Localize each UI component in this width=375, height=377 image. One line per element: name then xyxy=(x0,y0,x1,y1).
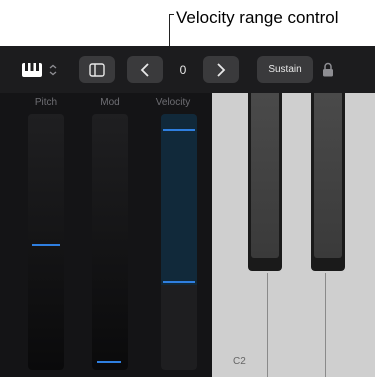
chevron-right-icon xyxy=(217,62,226,77)
key-label-c2: C2 xyxy=(233,356,246,367)
black-key-c-sharp[interactable] xyxy=(248,93,282,271)
octave-down-button[interactable] xyxy=(127,56,163,83)
mod-slider[interactable] xyxy=(92,114,128,370)
sustain-button[interactable]: Sustain xyxy=(257,56,313,83)
callout-leader-tick xyxy=(169,14,174,15)
sidebar-icon xyxy=(89,62,105,77)
velocity-range-control[interactable] xyxy=(161,114,197,370)
velocity-high-handle[interactable] xyxy=(163,129,195,131)
keyboard-type-button[interactable] xyxy=(14,56,68,83)
mod-indicator xyxy=(97,361,121,363)
white-key-divider xyxy=(267,273,268,377)
velocity-label: Velocity xyxy=(155,97,191,108)
piano-keyboard: C2 xyxy=(212,93,375,377)
white-key-divider xyxy=(325,273,326,377)
keyboard-icon xyxy=(22,62,57,77)
black-key-face xyxy=(314,93,342,258)
pitch-label: Pitch xyxy=(34,97,58,108)
pitch-indicator xyxy=(32,244,60,246)
keyboard-app: 0 Sustain Pitch Mod Velocity C2 xyxy=(0,46,375,377)
black-key-face xyxy=(251,93,279,258)
callout-label: Velocity range control xyxy=(176,8,339,27)
octave-up-button[interactable] xyxy=(203,56,239,83)
pitch-slider[interactable] xyxy=(28,114,64,370)
lock-icon xyxy=(323,62,333,77)
velocity-range-fill xyxy=(161,114,197,285)
black-key-d-sharp[interactable] xyxy=(311,93,345,271)
octave-value: 0 xyxy=(179,62,187,77)
toolbar: 0 Sustain xyxy=(0,46,375,93)
controls-panel: Pitch Mod Velocity xyxy=(0,93,212,377)
chevron-left-icon xyxy=(140,62,149,77)
sidebar-toggle-button[interactable] xyxy=(79,56,115,83)
velocity-low-handle[interactable] xyxy=(163,281,195,283)
mod-label: Mod xyxy=(100,97,120,108)
lock-button[interactable] xyxy=(313,56,343,83)
